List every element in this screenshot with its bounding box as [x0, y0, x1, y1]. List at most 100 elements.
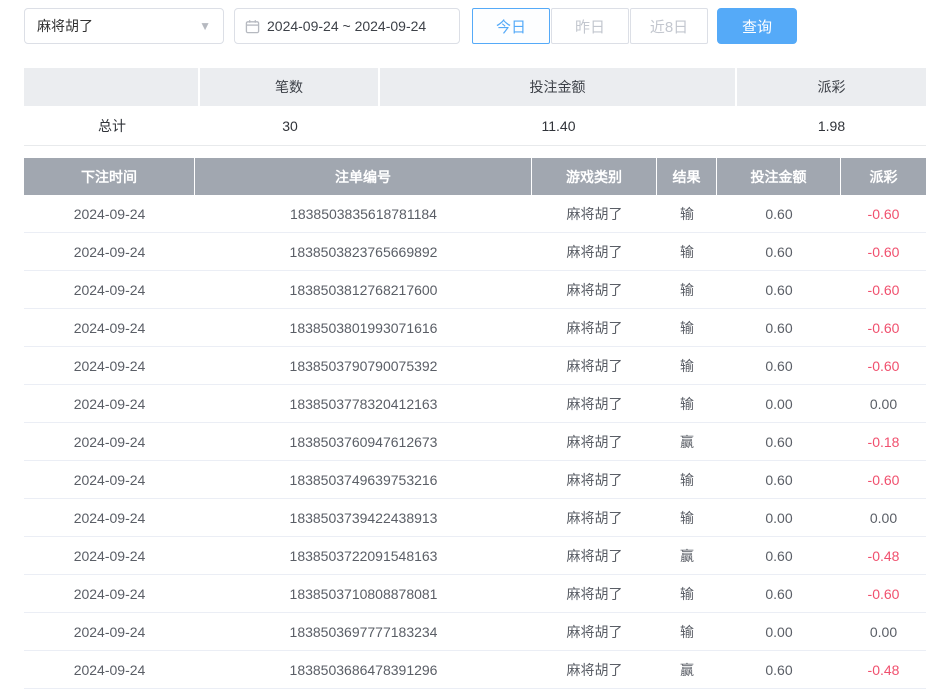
payout-cell: -0.60 — [841, 575, 926, 613]
payout-cell: -0.48 — [841, 651, 926, 689]
bet-id-cell: 1838503722091548163 — [195, 537, 532, 575]
summary-count-value: 30 — [200, 106, 380, 146]
game-select[interactable]: 麻将胡了 ▼ — [24, 8, 224, 44]
bet-amount-cell: 0.60 — [717, 271, 841, 309]
result-cell: 输 — [657, 575, 717, 613]
date-range-value: 2024-09-24 ~ 2024-09-24 — [267, 18, 426, 34]
game-type-cell: 麻将胡了 — [532, 575, 657, 613]
summary-header-payout: 派彩 — [737, 68, 926, 106]
table-row: 2024-09-241838503697777183234麻将胡了输0.000.… — [24, 613, 926, 651]
result-cell: 输 — [657, 613, 717, 651]
result-cell: 输 — [657, 461, 717, 499]
last-8-days-button[interactable]: 近8日 — [630, 8, 708, 44]
toolbar: 麻将胡了 ▼ 2024-09-24 ~ 2024-09-24 今日 昨日 近8日… — [0, 0, 950, 44]
bet-id-cell: 1838503760947612673 — [195, 423, 532, 461]
summary-total-label: 总计 — [24, 106, 200, 146]
game-type-cell: 麻将胡了 — [532, 309, 657, 347]
table-row: 2024-09-241838503812768217600麻将胡了输0.60-0… — [24, 271, 926, 309]
table-row: 2024-09-241838503801993071616麻将胡了输0.60-0… — [24, 309, 926, 347]
bet-id-cell: 1838503710808878081 — [195, 575, 532, 613]
header-bet-amount: 投注金额 — [717, 158, 841, 195]
game-type-cell: 麻将胡了 — [532, 347, 657, 385]
game-type-cell: 麻将胡了 — [532, 537, 657, 575]
summary-header-bet-amount: 投注金额 — [380, 68, 737, 106]
bet-time-cell: 2024-09-24 — [24, 575, 195, 613]
bet-id-cell: 1838503835618781184 — [195, 195, 532, 233]
table-row: 2024-09-241838503778320412163麻将胡了输0.000.… — [24, 385, 926, 423]
result-cell: 赢 — [657, 651, 717, 689]
bet-amount-cell: 0.00 — [717, 499, 841, 537]
result-cell: 输 — [657, 385, 717, 423]
game-type-cell: 麻将胡了 — [532, 233, 657, 271]
result-cell: 输 — [657, 499, 717, 537]
payout-cell: 0.00 — [841, 385, 926, 423]
today-button[interactable]: 今日 — [472, 8, 550, 44]
bet-amount-cell: 0.60 — [717, 575, 841, 613]
bet-time-cell: 2024-09-24 — [24, 537, 195, 575]
table-row: 2024-09-241838503835618781184麻将胡了输0.60-0… — [24, 195, 926, 233]
date-range-input[interactable]: 2024-09-24 ~ 2024-09-24 — [234, 8, 460, 44]
summary-table: 笔数 投注金额 派彩 总计 30 11.40 1.98 — [24, 68, 926, 146]
bet-amount-cell: 0.60 — [717, 347, 841, 385]
summary-header-count: 笔数 — [200, 68, 380, 106]
quick-filter-group: 今日 昨日 近8日 — [472, 8, 709, 44]
summary-header-row: 笔数 投注金额 派彩 — [24, 68, 926, 106]
bet-id-cell: 1838503686478391296 — [195, 651, 532, 689]
bet-amount-cell: 0.60 — [717, 537, 841, 575]
table-row: 2024-09-241838503710808878081麻将胡了输0.60-0… — [24, 575, 926, 613]
bet-time-cell: 2024-09-24 — [24, 271, 195, 309]
payout-cell: 0.00 — [841, 499, 926, 537]
bet-time-cell: 2024-09-24 — [24, 651, 195, 689]
header-bet-time: 下注时间 — [24, 158, 195, 195]
bets-table: 下注时间 注单编号 游戏类别 结果 投注金额 派彩 2024-09-241838… — [24, 158, 926, 689]
game-type-cell: 麻将胡了 — [532, 195, 657, 233]
game-type-cell: 麻将胡了 — [532, 423, 657, 461]
table-row: 2024-09-241838503686478391296麻将胡了赢0.60-0… — [24, 651, 926, 689]
bet-id-cell: 1838503697777183234 — [195, 613, 532, 651]
table-row: 2024-09-241838503739422438913麻将胡了输0.000.… — [24, 499, 926, 537]
result-cell: 赢 — [657, 423, 717, 461]
bet-amount-cell: 0.00 — [717, 613, 841, 651]
table-row: 2024-09-241838503790790075392麻将胡了输0.60-0… — [24, 347, 926, 385]
result-cell: 输 — [657, 195, 717, 233]
result-cell: 输 — [657, 347, 717, 385]
header-game-type: 游戏类别 — [532, 158, 657, 195]
result-cell: 赢 — [657, 537, 717, 575]
calendar-icon — [245, 19, 260, 34]
summary-header-blank — [24, 68, 200, 106]
summary-payout-value: 1.98 — [737, 106, 926, 146]
header-payout: 派彩 — [841, 158, 926, 195]
header-bet-id: 注单编号 — [195, 158, 532, 195]
bets-table-header: 下注时间 注单编号 游戏类别 结果 投注金额 派彩 — [24, 158, 926, 195]
bet-time-cell: 2024-09-24 — [24, 423, 195, 461]
search-button[interactable]: 查询 — [717, 8, 797, 44]
table-row: 2024-09-241838503722091548163麻将胡了赢0.60-0… — [24, 537, 926, 575]
summary-total-row: 总计 30 11.40 1.98 — [24, 106, 926, 146]
bet-id-cell: 1838503749639753216 — [195, 461, 532, 499]
game-select-value: 麻将胡了 — [37, 16, 93, 36]
bet-amount-cell: 0.60 — [717, 651, 841, 689]
yesterday-button[interactable]: 昨日 — [551, 8, 629, 44]
game-type-cell: 麻将胡了 — [532, 613, 657, 651]
bet-id-cell: 1838503739422438913 — [195, 499, 532, 537]
payout-cell: -0.60 — [841, 271, 926, 309]
bet-id-cell: 1838503823765669892 — [195, 233, 532, 271]
result-cell: 输 — [657, 309, 717, 347]
bet-id-cell: 1838503790790075392 — [195, 347, 532, 385]
bet-amount-cell: 0.00 — [717, 385, 841, 423]
payout-cell: -0.60 — [841, 347, 926, 385]
game-type-cell: 麻将胡了 — [532, 271, 657, 309]
game-type-cell: 麻将胡了 — [532, 651, 657, 689]
bet-time-cell: 2024-09-24 — [24, 499, 195, 537]
bet-time-cell: 2024-09-24 — [24, 195, 195, 233]
betting-records-page: 麻将胡了 ▼ 2024-09-24 ~ 2024-09-24 今日 昨日 近8日… — [0, 0, 950, 689]
bet-time-cell: 2024-09-24 — [24, 613, 195, 651]
result-cell: 输 — [657, 233, 717, 271]
payout-cell: -0.60 — [841, 233, 926, 271]
bet-amount-cell: 0.60 — [717, 195, 841, 233]
chevron-down-icon: ▼ — [199, 19, 211, 33]
payout-cell: -0.18 — [841, 423, 926, 461]
table-row: 2024-09-241838503760947612673麻将胡了赢0.60-0… — [24, 423, 926, 461]
bet-id-cell: 1838503778320412163 — [195, 385, 532, 423]
bet-amount-cell: 0.60 — [717, 233, 841, 271]
